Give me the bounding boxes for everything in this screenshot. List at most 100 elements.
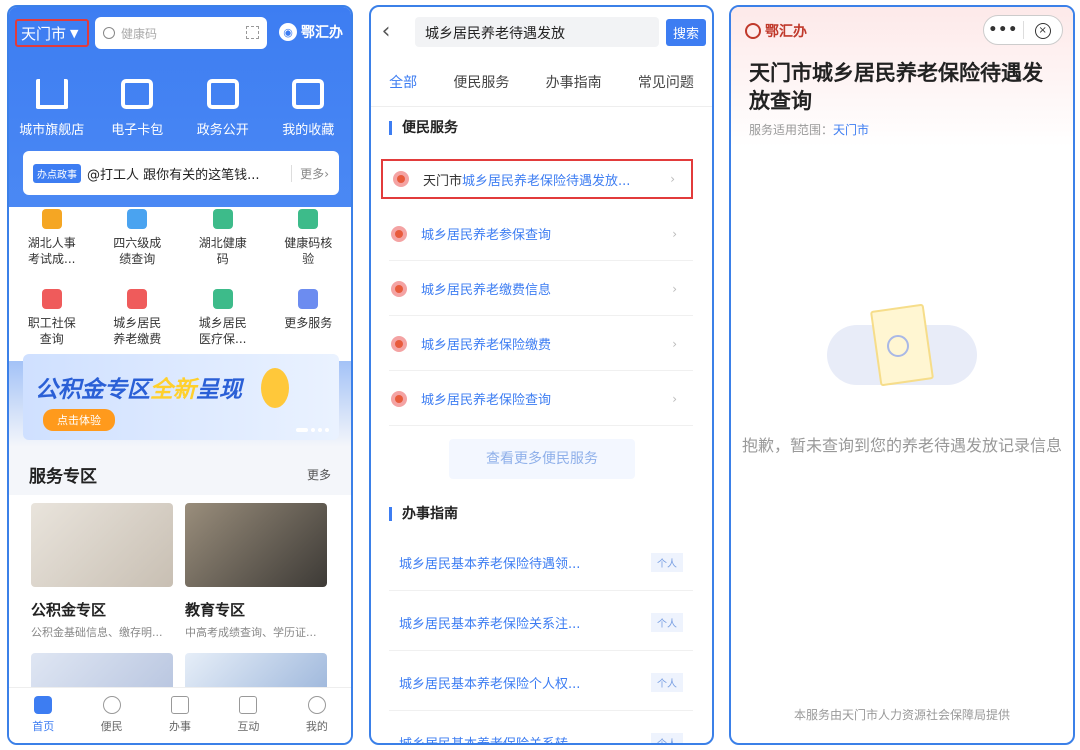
tab-convenience[interactable]: 便民: [77, 688, 145, 743]
guide-item[interactable]: 城乡居民基本养老保险个人权... 个人: [389, 655, 693, 711]
bottom-tabbar: 首页 便民 办事 互动 我的: [9, 687, 351, 743]
search-placeholder: 健康码: [121, 26, 158, 41]
guide-item[interactable]: 城乡居民基本养老保险关系转... 个人: [389, 715, 693, 745]
compass-icon: [102, 696, 121, 714]
bookmark-icon: [292, 79, 325, 109]
news-more-link[interactable]: 更多›: [291, 164, 329, 182]
service-label: 城乡居民养老参保查询: [421, 228, 552, 243]
guide-item[interactable]: 城乡居民基本养老保险待遇领... 个人: [389, 535, 693, 591]
zone-card-sub: 中高考成绩查询、学历证...: [185, 626, 317, 639]
zone-card-fund[interactable]: 公积金专区 公积金基础信息、缴存明...: [31, 503, 173, 640]
guide-tag: 个人: [651, 613, 683, 632]
shield-icon: [391, 225, 407, 242]
banner-button[interactable]: 点击体验: [43, 409, 115, 431]
scope-value: 天门市: [833, 123, 870, 137]
zone-card-education[interactable]: 教育专区 中高考成绩查询、学历证...: [185, 503, 327, 640]
news-text: @打工人 跟你有关的这笔钱...: [87, 167, 260, 183]
guide-tag: 个人: [651, 733, 683, 743]
quick-label: 电子卡包: [111, 123, 164, 138]
section-more-link[interactable]: 更多: [307, 466, 331, 483]
back-arrow-icon[interactable]: ‹: [371, 19, 401, 44]
brand-name: 鄂汇办: [765, 24, 807, 40]
quick-favorites[interactable]: 我的收藏: [266, 79, 352, 138]
guide-tag: 个人: [651, 553, 683, 572]
service-zone-cards: 公积金专区 公积金基础信息、缴存明... 教育专区 中高考成绩查询、学历证...: [9, 495, 351, 695]
search-input[interactable]: 城乡居民养老待遇发放: [415, 17, 659, 47]
close-button[interactable]: ×: [1022, 21, 1063, 39]
grid-item-cet[interactable]: 四六级成 绩查询: [95, 209, 181, 281]
chevron-right-icon: ›: [672, 226, 677, 241]
page-title: 天门市城乡居民养老保险待遇发放查询: [749, 61, 1043, 113]
scan-icon[interactable]: [246, 26, 259, 39]
quick-label: 政务公开: [196, 123, 249, 138]
banner-title: 公积金专区全新呈现: [35, 377, 242, 403]
grid-item-hr-exam[interactable]: 湖北人事 考试成...: [9, 209, 95, 281]
quick-gov-affairs[interactable]: 政务公开: [180, 79, 266, 138]
promo-banner[interactable]: 公积金专区全新呈现 点击体验: [23, 354, 339, 440]
tab-faq[interactable]: 常见问题: [638, 72, 694, 92]
news-tag: 办点政事: [33, 163, 81, 183]
chevron-right-icon: ›: [672, 336, 677, 351]
empty-state-illustration: [827, 303, 977, 407]
chevron-right-icon: ›: [672, 281, 677, 296]
guide-label: 城乡居民基本养老保险个人权...: [399, 677, 581, 692]
tab-affairs[interactable]: 办事: [146, 688, 214, 743]
city-selector[interactable]: 天门市 ▼: [15, 19, 89, 47]
shield-icon: [391, 280, 407, 297]
home-icon: [34, 696, 53, 714]
service-item[interactable]: 城乡居民养老保险缴费 ›: [389, 317, 693, 371]
guide-label: 城乡居民基本养老保险关系注...: [399, 617, 581, 632]
grid-item-health-code[interactable]: 湖北健康码: [180, 209, 266, 281]
wallet-icon: [121, 79, 154, 109]
service-label: 城乡居民养老保险缴费: [421, 338, 552, 353]
service-label: 城乡居民养老保险查询: [421, 393, 552, 408]
more-menu-icon[interactable]: •••: [984, 22, 1023, 38]
search-input[interactable]: 健康码: [95, 17, 267, 49]
news-ticker[interactable]: 办点政事 @打工人 跟你有关的这笔钱... 更多›: [23, 151, 339, 195]
zone-card-title: 教育专区: [185, 601, 246, 619]
more-services-button[interactable]: 查看更多便民服务: [449, 439, 635, 479]
grid-item-health-verify[interactable]: 健康码核验: [266, 209, 352, 281]
service-item[interactable]: 城乡居民养老保险查询 ›: [389, 372, 693, 426]
graduation-cap-icon: [127, 209, 148, 229]
tab-all[interactable]: 全部: [389, 72, 417, 92]
zone-card-title: 公积金专区: [31, 601, 107, 619]
grid-item-more[interactable]: 更多服务: [266, 289, 352, 361]
grid-item-social-security[interactable]: 职工社保 查询: [9, 289, 95, 361]
quick-flagship[interactable]: 城市旗舰店: [9, 79, 95, 138]
tab-home[interactable]: 首页: [9, 688, 77, 743]
guide-tag: 个人: [651, 673, 683, 692]
exam-icon: [41, 209, 62, 229]
service-item[interactable]: 城乡居民养老缴费信息 ›: [389, 262, 693, 316]
apps-icon: [298, 289, 319, 309]
tab-interact[interactable]: 互动: [214, 688, 282, 743]
guide-item[interactable]: 城乡居民基本养老保险关系注... 个人: [389, 595, 693, 651]
quick-card-wallet[interactable]: 电子卡包: [95, 79, 181, 138]
user-icon: [307, 696, 326, 714]
tab-mine[interactable]: 我的: [283, 688, 351, 743]
brand-icon: ◉: [279, 23, 297, 41]
section-title: 办事指南: [389, 507, 458, 521]
close-icon: ×: [1034, 23, 1051, 39]
guide-label: 城乡居民基本养老保险待遇领...: [399, 557, 581, 572]
tab-convenience-services[interactable]: 便民服务: [453, 72, 509, 92]
empty-message: 抱歉，暂未查询到您的养老待遇发放记录信息: [741, 436, 1062, 455]
grid-item-pension-pay[interactable]: 城乡居民 养老缴费: [95, 289, 181, 361]
document-icon: [206, 79, 239, 109]
medical-icon: [212, 289, 233, 309]
service-scope: 服务适用范围：天门市: [749, 123, 870, 137]
chevron-right-icon: ›: [672, 391, 677, 406]
service-item-highlighted[interactable]: 天门市城乡居民养老保险待遇发放... ›: [381, 159, 693, 199]
service-label: 天门市城乡居民养老保险待遇发放...: [423, 173, 631, 189]
guide-label: 城乡居民基本养老保险关系转...: [399, 737, 581, 745]
service-item[interactable]: 城乡居民养老参保查询 ›: [389, 207, 693, 261]
zone-card-sub: 公积金基础信息、缴存明...: [31, 626, 163, 639]
tab-guides[interactable]: 办事指南: [546, 72, 602, 92]
chevron-down-icon: ▼: [70, 26, 79, 40]
section-title: 便民服务: [389, 121, 458, 135]
search-button[interactable]: 搜索: [665, 19, 706, 46]
brand-name: 鄂汇办: [301, 25, 343, 41]
grid-item-medical[interactable]: 城乡居民 医疗保...: [180, 289, 266, 361]
brand-icon: [745, 23, 761, 39]
graduation-image: [185, 503, 327, 587]
